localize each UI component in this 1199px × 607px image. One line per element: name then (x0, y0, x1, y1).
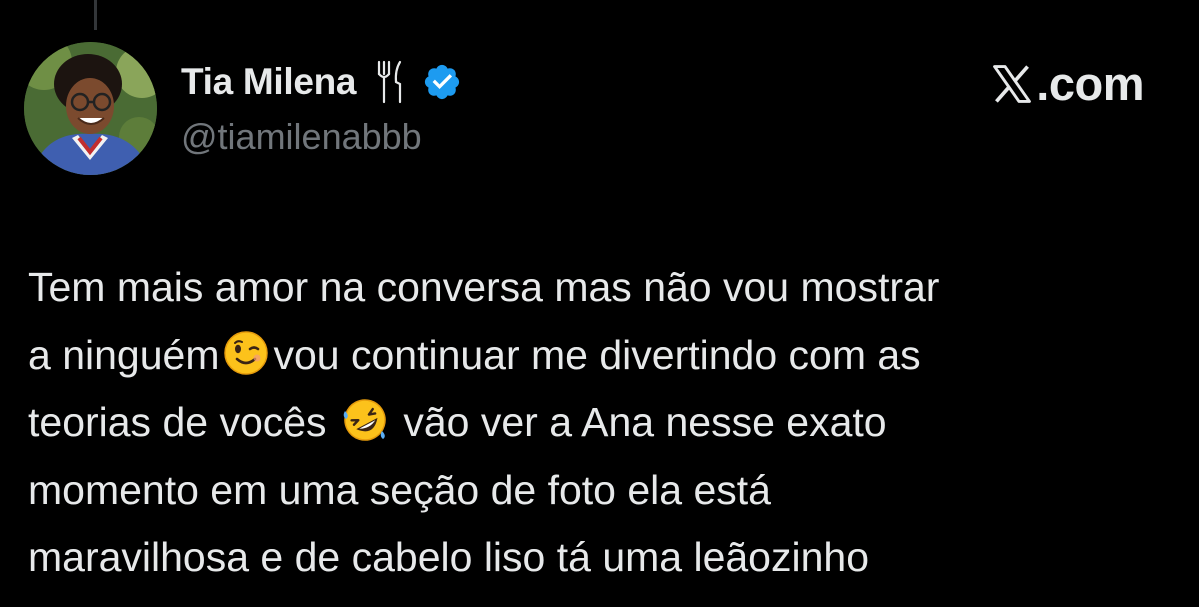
avatar-photo (24, 42, 157, 175)
tweet-text-line: Tem mais amor na conversa mas não vou mo… (28, 264, 940, 310)
tweet-text-segment: teorias de vocês (28, 399, 327, 445)
tweet-text-line: maravilhosa e de cabelo liso tá uma leão… (28, 534, 870, 580)
x-brand-watermark: .com (990, 56, 1144, 111)
tweet-text-line: teorias de vocês vão ver a Ana nesse exa… (28, 389, 1178, 457)
tweet-text-segment: vão ver a Ana nesse exato (403, 399, 887, 445)
tweet-text-segment: a ninguém (28, 331, 220, 378)
tweet-text-line: a ninguém vou continuar me divertindo co… (28, 322, 1178, 390)
rolling-on-floor-laughing-icon (342, 396, 388, 442)
verified-badge-icon (422, 62, 462, 102)
tweet-text-line: momento em uma seção de foto ela está (28, 466, 771, 513)
author-display-name[interactable]: Tia Milena (181, 61, 357, 103)
avatar[interactable] (24, 42, 157, 175)
x-logo-icon (990, 62, 1034, 106)
fork-and-knife-icon (376, 60, 406, 104)
winking-face-icon (223, 329, 269, 375)
author-name-row: Tia Milena (181, 58, 462, 106)
tweet-text: Tem mais amor na conversa mas não vou mo… (28, 254, 1178, 592)
brand-domain-label: .com (1036, 57, 1144, 110)
thread-connector-line (94, 0, 97, 30)
tweet-text-segment: vou continuar me divertindo com as (273, 331, 921, 378)
author-handle[interactable]: @tiamilenabbb (181, 116, 422, 158)
